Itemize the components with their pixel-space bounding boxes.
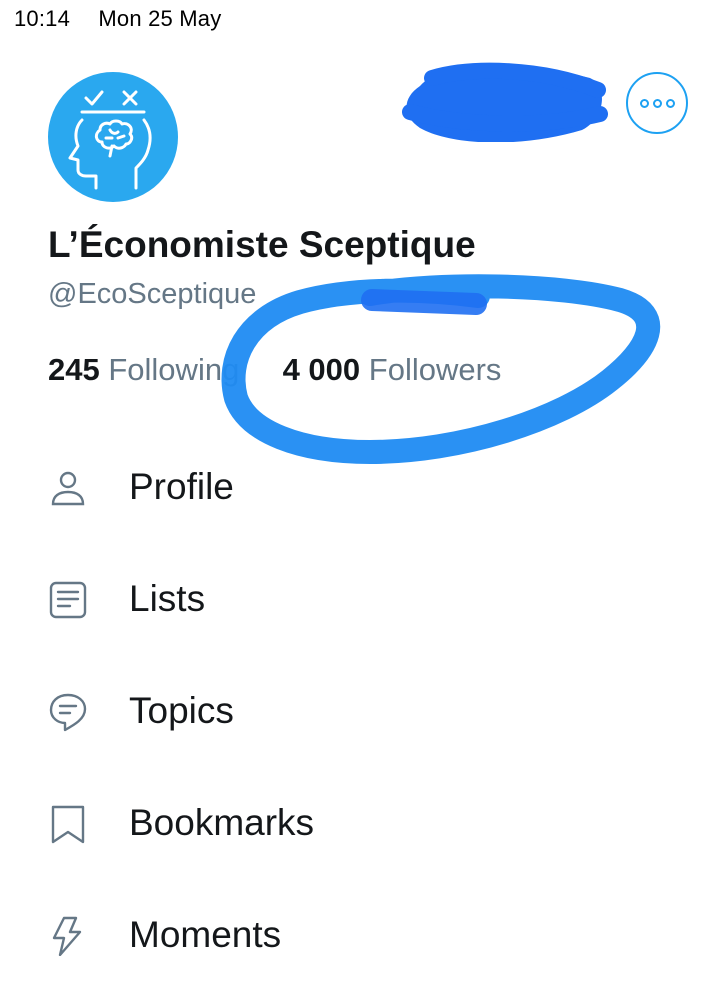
status-time: 10:14: [14, 6, 71, 31]
menu-item-topics[interactable]: Topics: [0, 656, 712, 768]
menu-item-label: Moments: [129, 914, 282, 955]
menu-item-profile[interactable]: Profile: [0, 432, 712, 544]
handle: @EcoSceptique: [48, 278, 257, 310]
menu-item-bookmarks[interactable]: Bookmarks: [0, 768, 712, 880]
status-date: Mon 25 May: [98, 6, 222, 31]
menu-item-label: Topics: [129, 690, 234, 731]
more-options-icon: [639, 98, 649, 108]
menu-item-label: Lists: [129, 578, 206, 619]
followers-link[interactable]: 4 000 Followers: [283, 352, 502, 387]
bookmark-icon: [48, 804, 88, 844]
following-link[interactable]: 245 Following: [48, 352, 248, 387]
lightning-icon: [48, 916, 88, 956]
display-name[interactable]: L’Économiste Sceptique: [48, 224, 476, 266]
avatar[interactable]: [48, 72, 178, 202]
head-brain-check-x-icon: [68, 90, 152, 190]
following-label: Following: [108, 352, 240, 387]
menu-item-lists[interactable]: Lists: [0, 544, 712, 656]
followers-label: Followers: [368, 352, 502, 387]
menu-item-label: Bookmarks: [129, 802, 315, 843]
more-options-dot: [665, 98, 675, 108]
list-icon: [48, 580, 88, 620]
more-options-dot: [652, 98, 662, 108]
followers-count: 4 000: [282, 352, 361, 387]
menu-item-label: Profile: [129, 466, 234, 507]
more-options-button[interactable]: [626, 72, 688, 134]
following-count: 245: [48, 352, 100, 387]
person-icon: [48, 468, 88, 508]
status-bar: 10:14 Mon 25 May: [14, 6, 221, 32]
topic-bubble-icon: [48, 692, 88, 732]
redaction-scribble: [402, 62, 608, 142]
menu-item-moments[interactable]: Moments: [0, 880, 712, 992]
follow-stats: 245 Following 4 000 Followers: [48, 352, 501, 388]
